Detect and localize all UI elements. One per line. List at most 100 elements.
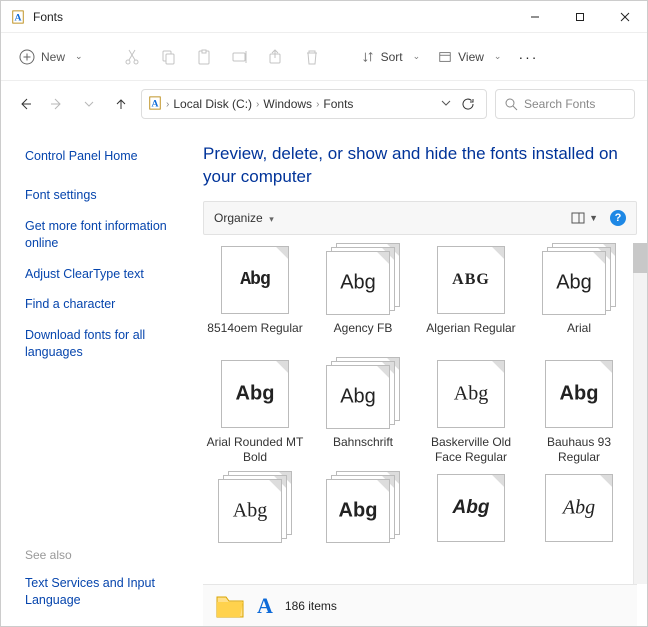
preview-pane-button[interactable]: ▼ (571, 211, 598, 225)
address-bar[interactable]: A › Local Disk (C:) › Windows › Fonts (141, 89, 487, 119)
sidebar: Control Panel Home Font settings Get mor… (1, 127, 203, 626)
adjust-cleartype-link[interactable]: Adjust ClearType text (25, 266, 185, 283)
sort-button[interactable]: Sort ⌄ (353, 46, 429, 68)
font-item[interactable]: Abg Bauhaus 93 Regular (529, 357, 629, 465)
forward-button[interactable] (45, 92, 69, 116)
scrollbar-thumb[interactable] (633, 243, 647, 273)
refresh-button[interactable] (456, 92, 480, 116)
folder-icon (215, 593, 245, 619)
fonts-location-icon: A (148, 96, 162, 113)
rename-button[interactable] (223, 40, 257, 74)
fonts-a-icon: A (257, 595, 273, 617)
breadcrumb-segment[interactable]: Fonts (323, 97, 353, 111)
font-label (529, 549, 629, 579)
font-thumb: Abg (326, 471, 400, 545)
find-character-link[interactable]: Find a character (25, 296, 185, 313)
font-item[interactable]: AbgBaskerville Old Face Regular (421, 357, 521, 465)
maximize-button[interactable] (557, 1, 602, 33)
breadcrumb-segment[interactable]: Local Disk (C:) (173, 97, 252, 111)
font-thumb: Abg (326, 243, 400, 317)
font-thumb: Abg (542, 471, 616, 545)
font-item[interactable]: Abg (205, 471, 305, 579)
view-label: View (458, 50, 484, 64)
more-button[interactable]: ··· (511, 49, 545, 65)
svg-text:A: A (152, 98, 159, 109)
download-fonts-link[interactable]: Download fonts for all languages (25, 327, 185, 361)
font-label: Bahnschrift (313, 435, 413, 465)
font-thumb: Abg (434, 357, 508, 431)
toolbar: New ⌄ Sort ⌄ View ⌄ ··· (1, 33, 647, 81)
sort-icon (361, 50, 375, 64)
address-dropdown[interactable] (440, 97, 452, 112)
view-icon (438, 50, 452, 64)
font-thumb: Abg (326, 357, 400, 431)
paste-button[interactable] (187, 40, 221, 74)
chevron-right-icon: › (166, 99, 169, 110)
window-title: Fonts (33, 10, 512, 24)
new-label: New (41, 50, 65, 64)
font-label: Arial Rounded MT Bold (205, 435, 305, 465)
delete-button[interactable] (295, 40, 329, 74)
font-label: Agency FB (313, 321, 413, 351)
font-thumb: ABG (434, 243, 508, 317)
view-button[interactable]: View ⌄ (430, 46, 509, 68)
minimize-button[interactable] (512, 1, 557, 33)
share-button[interactable] (259, 40, 293, 74)
font-thumb: Abg (218, 243, 292, 317)
chevron-down-icon: ▼ (589, 213, 598, 223)
workarea: Control Panel Home Font settings Get mor… (1, 127, 647, 626)
more-font-info-link[interactable]: Get more font information online (25, 218, 185, 252)
see-also-header: See also (25, 548, 193, 562)
font-thumb: Abg (542, 243, 616, 317)
recent-locations-button[interactable] (77, 92, 101, 116)
font-item[interactable]: Abg (421, 471, 521, 579)
organize-button[interactable]: Organize ▾ (214, 211, 274, 225)
close-button[interactable] (602, 1, 647, 33)
font-grid-container: Abg 8514oem Regular Abg Agency FB ABGAlgeria… (203, 243, 647, 584)
organize-bar: Organize ▾ ▼ ? (203, 201, 637, 235)
scrollbar[interactable] (633, 243, 647, 584)
svg-text:A: A (15, 12, 22, 23)
new-button[interactable]: New ⌄ (11, 45, 91, 69)
chevron-down-icon: ⌄ (494, 51, 502, 62)
font-item[interactable]: Abg Bahnschrift (313, 357, 413, 465)
chevron-right-icon: › (256, 99, 259, 110)
font-item[interactable]: Abg Arial (529, 243, 629, 351)
font-item[interactable]: Abg (529, 471, 629, 579)
back-button[interactable] (13, 92, 37, 116)
font-item[interactable]: Abg Arial Rounded MT Bold (205, 357, 305, 465)
font-label: Bauhaus 93 Regular (529, 435, 629, 465)
preview-pane-icon (571, 211, 585, 225)
font-label: 8514oem Regular (205, 321, 305, 351)
breadcrumb-segment[interactable]: Windows (263, 97, 312, 111)
font-item[interactable]: ABGAlgerian Regular (421, 243, 521, 351)
cut-button[interactable] (115, 40, 149, 74)
control-panel-home-link[interactable]: Control Panel Home (25, 148, 185, 165)
item-count: 186 items (285, 599, 337, 613)
font-thumb: Abg (218, 471, 292, 545)
font-label (313, 549, 413, 579)
font-item[interactable]: Abg Agency FB (313, 243, 413, 351)
font-thumb: Abg (542, 357, 616, 431)
text-services-link[interactable]: Text Services and Input Language (25, 575, 185, 609)
sort-label: Sort (381, 50, 403, 64)
copy-button[interactable] (151, 40, 185, 74)
chevron-down-icon: ⌄ (413, 51, 421, 62)
help-button[interactable]: ? (610, 210, 626, 226)
fonts-app-icon: A (11, 10, 25, 24)
chevron-right-icon: › (316, 99, 319, 110)
font-item[interactable]: Abg 8514oem Regular (205, 243, 305, 351)
font-item[interactable]: Abg (313, 471, 413, 579)
search-placeholder: Search Fonts (524, 97, 595, 111)
chevron-down-icon: ⌄ (75, 51, 83, 62)
font-label (205, 549, 305, 579)
font-settings-link[interactable]: Font settings (25, 187, 185, 204)
search-input[interactable]: Search Fonts (495, 89, 635, 119)
font-thumb: Abg (218, 357, 292, 431)
status-bar: A 186 items (203, 584, 637, 626)
chevron-down-icon: ▾ (267, 214, 274, 224)
page-title: Preview, delete, or show and hide the fo… (203, 127, 647, 189)
font-grid: Abg 8514oem Regular Abg Agency FB ABGAlgeria… (203, 243, 631, 579)
up-button[interactable] (109, 92, 133, 116)
font-label: Arial (529, 321, 629, 351)
